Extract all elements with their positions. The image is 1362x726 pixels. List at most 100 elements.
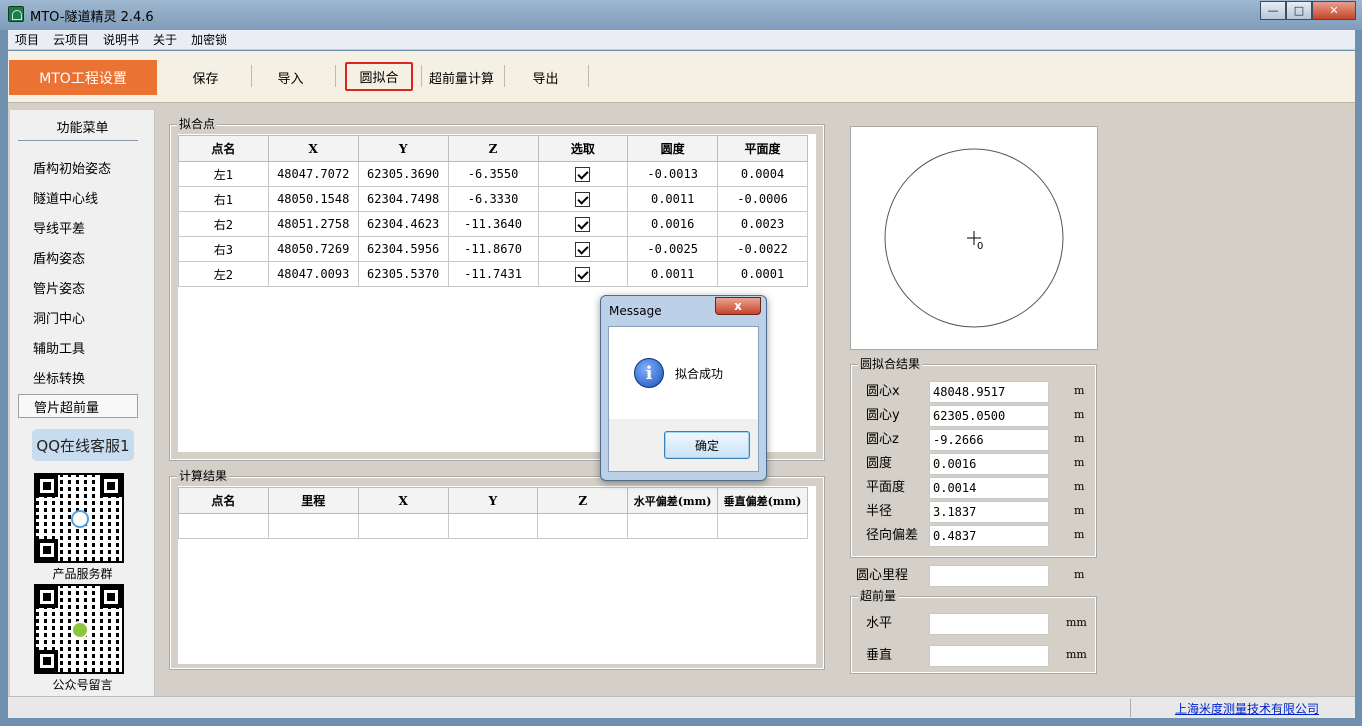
radius-field[interactable]: 3.1837 <box>929 501 1049 523</box>
sidebar-item-auxiliary-tools[interactable]: 辅助工具 <box>18 335 138 359</box>
radial-deviation-field[interactable]: 0.4837 <box>929 525 1049 547</box>
center-z-field[interactable]: -9.2666 <box>929 429 1049 451</box>
cell-flatness: 0.0001 <box>717 261 808 287</box>
table-row[interactable] <box>178 513 808 539</box>
sidebar-item-shield-initial-attitude[interactable]: 盾构初始姿态 <box>18 155 138 179</box>
horizontal-field[interactable] <box>929 613 1049 635</box>
select-checkbox[interactable] <box>575 266 591 282</box>
table-row[interactable]: 左2 48047.0093 62305.5370 -11.7431 0.0011… <box>178 261 808 287</box>
sidebar-item-traverse-adjustment[interactable]: 导线平差 <box>18 215 138 239</box>
title-bar: MTO-隧道精灵 2.4.6 — □ ✕ <box>0 0 1362 30</box>
sidebar-item-shield-attitude[interactable]: 盾构姿态 <box>18 245 138 269</box>
circle-fit-label: 圆拟合结果 <box>858 357 923 371</box>
circle-preview: 0 <box>850 126 1098 350</box>
sidebar-item-segment-attitude[interactable]: 管片姿态 <box>18 275 138 299</box>
menu-about[interactable]: 关于 <box>153 31 177 48</box>
sidebar-item-segment-advance[interactable]: 管片超前量 <box>18 394 138 418</box>
toolbar-separator <box>335 65 336 87</box>
cell-flatness: -0.0006 <box>717 186 808 212</box>
roundness-field[interactable]: 0.0016 <box>929 453 1049 475</box>
center-x-field[interactable]: 48048.9517 <box>929 381 1049 403</box>
menu-project[interactable]: 项目 <box>15 31 39 48</box>
center-mileage-field[interactable] <box>929 565 1049 587</box>
center-mileage-unit: m <box>1074 568 1085 581</box>
toolbar: MTO工程设置 保存 导入 圆拟合 超前量计算 导出 <box>8 51 1355 103</box>
info-icon: i <box>634 358 664 388</box>
dialog-title: Message <box>609 304 662 318</box>
maximize-button[interactable]: □ <box>1286 1 1312 20</box>
col-mileage: 里程 <box>267 487 359 514</box>
vertical-unit: mm <box>1066 648 1087 661</box>
table-row[interactable]: 右2 48051.2758 62304.4623 -11.3640 0.0016… <box>178 211 808 237</box>
minimize-button[interactable]: — <box>1260 1 1286 20</box>
select-checkbox[interactable] <box>575 191 591 207</box>
circle-fit-button[interactable]: 圆拟合 <box>345 62 413 91</box>
col-point-name: 点名 <box>178 487 269 514</box>
cell-roundness: 0.0011 <box>627 261 719 287</box>
export-button[interactable]: 导出 <box>518 64 573 90</box>
select-checkbox[interactable] <box>575 166 591 182</box>
menu-cloud-project[interactable]: 云项目 <box>53 31 89 48</box>
col-y: Y <box>447 487 539 514</box>
circle-preview-canvas: 0 <box>884 148 1064 328</box>
col-x: X <box>267 135 359 162</box>
dialog-ok-button[interactable]: 确定 <box>664 431 750 459</box>
menu-manual[interactable]: 说明书 <box>103 31 139 48</box>
window-controls: — □ ✕ <box>1260 1 1356 20</box>
sidebar-item-portal-center[interactable]: 洞门中心 <box>18 305 138 329</box>
roundness-label: 圆度 <box>866 456 893 471</box>
close-button[interactable]: ✕ <box>1312 1 1356 20</box>
center-x-label: 圆心x <box>866 384 900 399</box>
qq-support-button[interactable]: QQ在线客服1 <box>32 429 134 461</box>
dialog-message: 拟合成功 <box>675 367 724 381</box>
status-separator <box>1130 699 1131 717</box>
flatness-field[interactable]: 0.0014 <box>929 477 1049 499</box>
radius-unit: m <box>1074 504 1085 517</box>
cell-point-name: 左2 <box>178 261 269 287</box>
menu-dongle[interactable]: 加密锁 <box>191 31 227 48</box>
advance-calc-button[interactable]: 超前量计算 <box>425 64 498 90</box>
company-link[interactable]: 上海米度测量技术有限公司 <box>1175 700 1319 717</box>
save-button[interactable]: 保存 <box>178 64 233 90</box>
dialog-message-area: i 拟合成功 <box>609 327 758 419</box>
dialog-body: i 拟合成功 确定 <box>608 326 759 472</box>
center-y-field[interactable]: 62305.0500 <box>929 405 1049 427</box>
cell-y: 62304.5956 <box>357 236 449 262</box>
cell-point-name: 左1 <box>178 161 269 187</box>
center-y-unit: m <box>1074 408 1085 421</box>
sidebar: 功能菜单 盾构初始姿态 隧道中心线 导线平差 盾构姿态 管片姿态 洞门中心 辅助… <box>10 110 155 696</box>
project-settings-button[interactable]: MTO工程设置 <box>9 60 157 95</box>
table-row[interactable]: 右3 48050.7269 62304.5956 -11.8670 -0.002… <box>178 236 808 262</box>
roundness-unit: m <box>1074 456 1085 469</box>
cell-flatness: -0.0022 <box>717 236 808 262</box>
cell-x: 48051.2758 <box>267 211 359 237</box>
cell-select <box>537 186 629 212</box>
advance-label: 超前量 <box>858 589 899 603</box>
radial-deviation-label: 径向偏差 <box>866 528 919 543</box>
cell-y: 62304.4623 <box>357 211 449 237</box>
cell-select <box>537 161 629 187</box>
official-account-qr-code <box>34 584 124 674</box>
sidebar-divider <box>18 140 138 141</box>
app-icon <box>8 6 24 22</box>
sidebar-item-tunnel-centerline[interactable]: 隧道中心线 <box>18 185 138 209</box>
cell-z: -6.3550 <box>447 161 539 187</box>
select-checkbox[interactable] <box>575 241 591 257</box>
official-account-caption: 公众号留言 <box>52 678 113 692</box>
toolbar-separator <box>504 65 505 87</box>
cell-flatness: 0.0004 <box>717 161 808 187</box>
col-flatness: 平面度 <box>717 135 808 162</box>
col-z: Z <box>447 135 539 162</box>
vertical-field[interactable] <box>929 645 1049 667</box>
qq-logo-icon <box>71 510 89 528</box>
sidebar-item-coordinate-transform[interactable]: 坐标转换 <box>18 365 138 389</box>
select-checkbox[interactable] <box>575 216 591 232</box>
col-y: Y <box>357 135 449 162</box>
import-button[interactable]: 导入 <box>263 64 318 90</box>
cell-y: 62305.5370 <box>357 261 449 287</box>
dialog-close-button[interactable]: x <box>715 297 761 315</box>
cell-select <box>537 261 629 287</box>
table-row[interactable]: 左1 48047.7072 62305.3690 -6.3550 -0.0013… <box>178 161 808 187</box>
table-row[interactable]: 右1 48050.1548 62304.7498 -6.3330 0.0011 … <box>178 186 808 212</box>
cell-point-name: 右2 <box>178 211 269 237</box>
